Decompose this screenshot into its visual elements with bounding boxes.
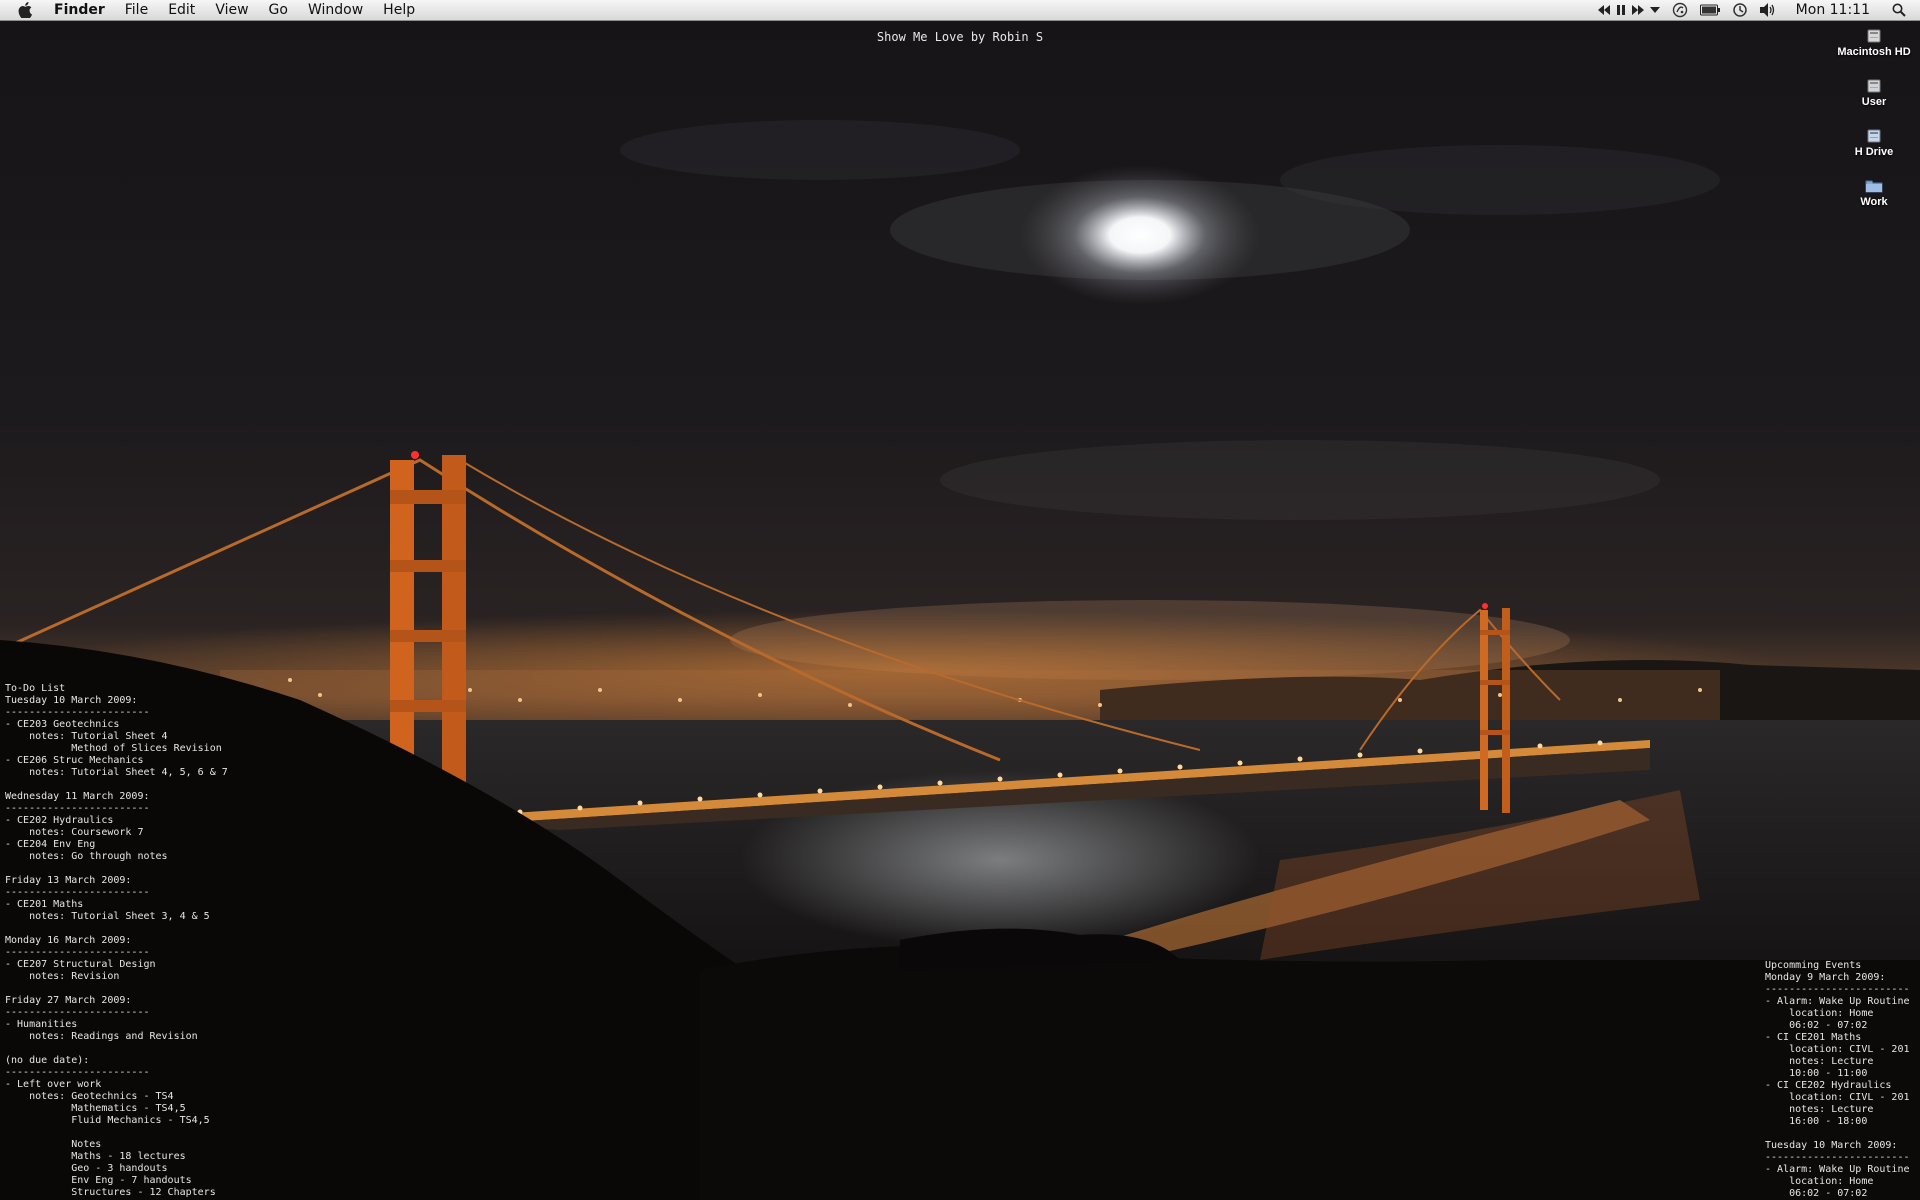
desktop-icon-label: Macintosh HD (1837, 46, 1911, 58)
desktop-icon-user[interactable]: User (1829, 78, 1919, 108)
desktop-icon-label: User (1861, 96, 1887, 108)
battery-icon[interactable] (1699, 0, 1720, 20)
menu-window[interactable]: Window (308, 0, 363, 20)
menu-bar: Finder File Edit View Go Window Help Mon… (0, 0, 1920, 21)
apple-menu-icon[interactable] (18, 2, 34, 19)
spotlight-search-icon[interactable] (1892, 0, 1906, 20)
rewind-icon[interactable] (1597, 0, 1610, 20)
theme-icon[interactable] (1672, 0, 1688, 20)
hard-drive-icon (1865, 28, 1883, 44)
menu-edit[interactable]: Edit (168, 0, 195, 20)
volume-icon[interactable] (1759, 0, 1776, 20)
drive-icon (1865, 78, 1883, 94)
menu-help[interactable]: Help (383, 0, 415, 20)
network-drive-icon (1865, 128, 1883, 144)
menu-file[interactable]: File (125, 0, 148, 20)
upcoming-events-widget: Upcomming Events Monday 9 March 2009: --… (1765, 960, 1910, 1199)
desktop-wallpaper (0, 0, 1920, 1200)
desktop-icon-h-drive[interactable]: H Drive (1829, 128, 1919, 158)
desktop-icon-work[interactable]: Work (1829, 178, 1919, 208)
pause-icon[interactable] (1616, 0, 1626, 20)
desktop-icon-label: H Drive (1854, 146, 1894, 158)
now-playing-text: Show Me Love by Robin S (876, 30, 1044, 44)
chevron-down-icon[interactable] (1649, 0, 1660, 20)
menu-clock[interactable]: Mon 11:11 (1796, 0, 1870, 20)
time-machine-icon[interactable] (1732, 0, 1748, 20)
desktop-icon-label: Work (1860, 196, 1888, 208)
menu-finder[interactable]: Finder (54, 0, 105, 20)
todo-list-widget: To-Do List Tuesday 10 March 2009: ------… (5, 683, 228, 1198)
desktop-icon-macintosh-hd[interactable]: Macintosh HD (1829, 28, 1919, 58)
menu-view[interactable]: View (215, 0, 248, 20)
menu-go[interactable]: Go (269, 0, 288, 20)
folder-icon (1865, 178, 1883, 194)
fast-forward-icon[interactable] (1631, 0, 1644, 20)
